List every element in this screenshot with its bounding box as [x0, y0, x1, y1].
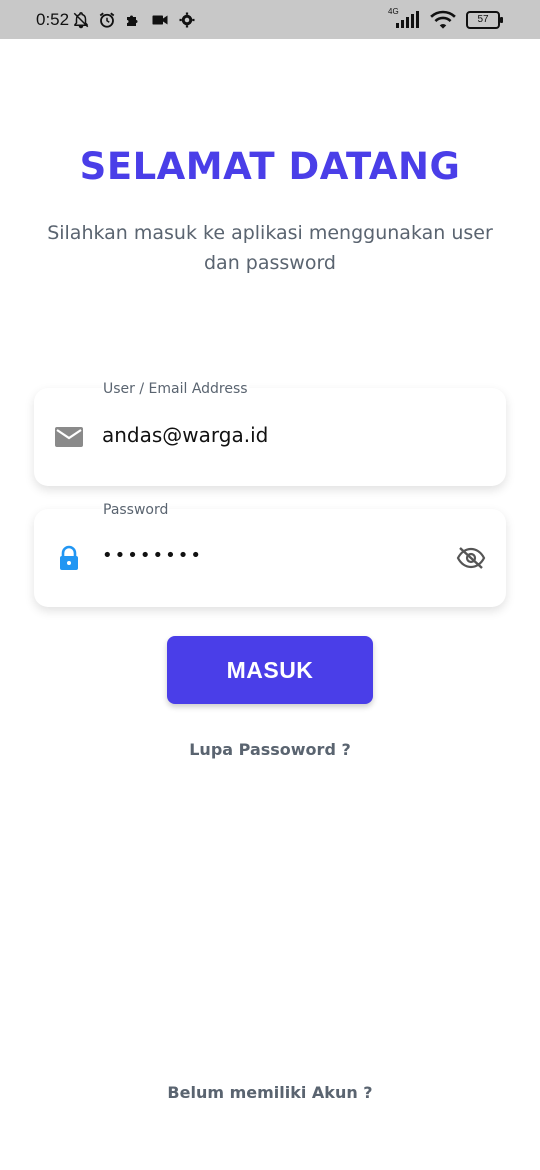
login-button[interactable]: MASUK	[167, 636, 373, 704]
alarm-icon	[99, 12, 115, 28]
email-field[interactable]: User / Email Address andas@warga.id	[34, 381, 506, 486]
eye-off-icon[interactable]	[456, 545, 486, 571]
video-camera-icon	[152, 15, 168, 25]
status-right-icons: 4G 57	[386, 7, 503, 30]
wifi-icon	[430, 10, 456, 29]
page-subtitle: Silahkan masuk ke aplikasi menggunakan u…	[47, 222, 493, 274]
password-field[interactable]: Password ••••••••	[34, 502, 506, 607]
email-input[interactable]: andas@warga.id	[102, 423, 268, 447]
lock-icon	[60, 545, 78, 570]
notifications-off-icon	[73, 12, 89, 29]
status-left-icons	[72, 11, 196, 29]
register-link[interactable]: Belum memiliki Akun ?	[0, 1083, 540, 1102]
battery-icon: 57	[466, 11, 503, 29]
puzzle-icon	[127, 15, 138, 26]
status-bar: 0:52 4G 57	[0, 0, 540, 39]
battery-level: 57	[477, 14, 489, 25]
settings-icon	[179, 12, 195, 28]
mail-icon	[55, 427, 83, 447]
page-title: SELAMAT DATANG	[79, 145, 461, 188]
signal-icon: 4G	[386, 7, 420, 29]
password-field-label: Password	[102, 502, 170, 518]
status-time: 0:52	[36, 10, 70, 29]
forgot-password-link[interactable]: Lupa Passoword ?	[0, 740, 540, 759]
email-field-label: User / Email Address	[102, 381, 249, 397]
password-input[interactable]: ••••••••	[102, 545, 203, 566]
